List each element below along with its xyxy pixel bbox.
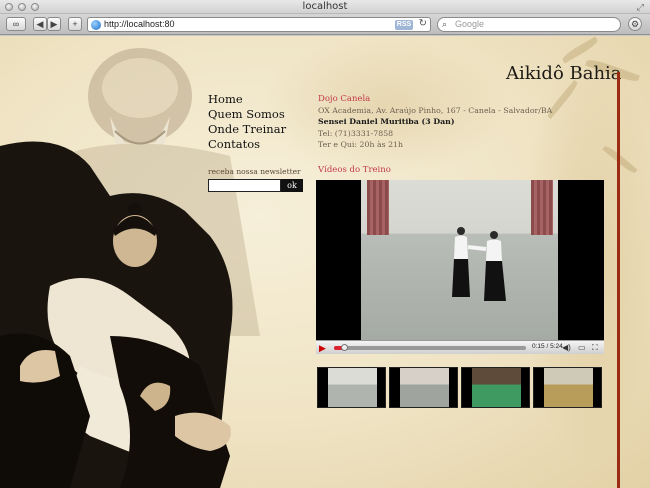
window-title: localhost bbox=[302, 1, 348, 12]
dojo-sensei: Sensei Daniel Muritiba (3 Dan) bbox=[318, 117, 455, 127]
address-bar[interactable]: http://localhost:80 RSS ↻ bbox=[87, 17, 431, 32]
main-nav: Home Quem Somos Onde Treinar Contatos bbox=[208, 92, 286, 152]
web-page: Aikidô Bahia Home Quem Somos Onde Treina… bbox=[0, 36, 650, 488]
nav-onde-treinar[interactable]: Onde Treinar bbox=[208, 122, 286, 137]
training-scene bbox=[452, 227, 506, 301]
video-thumbnail[interactable] bbox=[533, 367, 602, 408]
red-divider bbox=[617, 72, 620, 488]
settings-icon[interactable]: ⚙ bbox=[628, 17, 642, 31]
thumbnail-scene bbox=[544, 368, 593, 407]
dojo-schedule: Ter e Qui: 20h às 21h bbox=[318, 139, 404, 149]
volume-icon[interactable]: ◀) bbox=[562, 343, 571, 352]
video-time: 0:15 / 5:24 bbox=[532, 343, 563, 350]
videos-title: Vídeos do Treino bbox=[318, 165, 391, 175]
thumbnail-scene bbox=[400, 368, 449, 407]
newsletter-submit-button[interactable]: ok bbox=[281, 179, 303, 192]
rss-badge[interactable]: RSS bbox=[395, 20, 413, 30]
thumbnail-scene bbox=[328, 368, 377, 407]
dojo-info: Dojo Canela OX Academia, Av. Araújo Pinh… bbox=[318, 94, 552, 150]
reload-icon[interactable]: ↻ bbox=[419, 18, 427, 29]
dojo-address: OX Academia, Av. Araújo Pinho, 167 - Can… bbox=[318, 106, 553, 116]
nav-home[interactable]: Home bbox=[208, 92, 286, 107]
reader-button[interactable]: ∞ bbox=[6, 17, 26, 31]
video-thumbnail[interactable] bbox=[389, 367, 458, 408]
video-thumbnail[interactable] bbox=[317, 367, 386, 408]
fullscreen-icon[interactable]: ⤢ bbox=[637, 2, 644, 13]
add-bookmark-button[interactable]: + bbox=[68, 17, 82, 31]
size-toggle-icon[interactable]: ▭ bbox=[578, 343, 586, 352]
search-field[interactable]: ⌕ Google bbox=[437, 17, 621, 32]
seek-handle[interactable] bbox=[340, 344, 348, 351]
play-icon[interactable]: ▶ bbox=[319, 343, 326, 354]
fullscreen-video-icon[interactable]: ⛶ bbox=[592, 343, 598, 353]
search-placeholder: Google bbox=[455, 19, 485, 29]
browser-toolbar: ∞ ◀ ▶ + http://localhost:80 RSS ↻ ⌕ Goog… bbox=[0, 14, 650, 35]
forward-button[interactable]: ▶ bbox=[47, 17, 61, 31]
url-text: http://localhost:80 bbox=[104, 19, 175, 29]
newsletter-label: receba nossa newsletter bbox=[208, 167, 301, 176]
window-titlebar: localhost ⤢ bbox=[0, 0, 650, 14]
thumbnail-scene bbox=[472, 368, 521, 407]
search-icon: ⌕ bbox=[442, 19, 448, 29]
back-button[interactable]: ◀ bbox=[33, 17, 47, 31]
seek-bar[interactable] bbox=[334, 344, 526, 351]
newsletter-email-input[interactable] bbox=[208, 179, 281, 192]
dojo-heading: Dojo Canela bbox=[318, 94, 371, 104]
curtain bbox=[531, 180, 553, 235]
site-brand: Aikidô Bahia bbox=[506, 63, 622, 84]
curtain bbox=[367, 180, 389, 235]
video-player[interactable]: ▶ 0:15 / 5:24 ◀) ▭ ⛶ bbox=[316, 180, 604, 354]
video-frame[interactable] bbox=[361, 180, 558, 340]
video-thumbnails bbox=[317, 367, 604, 408]
video-thumbnail[interactable] bbox=[461, 367, 530, 408]
player-controls: ▶ 0:15 / 5:24 ◀) ▭ ⛶ bbox=[316, 340, 604, 354]
nav-quem-somos[interactable]: Quem Somos bbox=[208, 107, 286, 122]
nav-contatos[interactable]: Contatos bbox=[208, 137, 286, 152]
dojo-phone: Tel: (71)3331-7858 bbox=[318, 128, 394, 138]
globe-icon bbox=[91, 20, 101, 30]
